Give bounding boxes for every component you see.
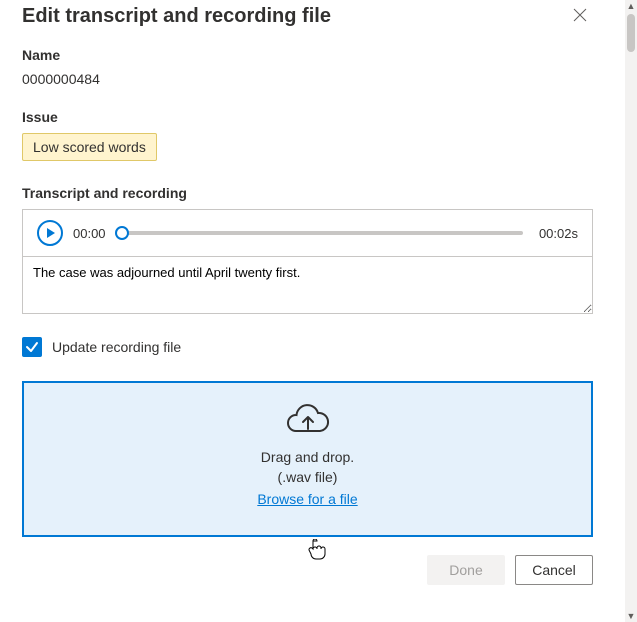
dialog-header: Edit transcript and recording file <box>22 4 593 29</box>
transcript-textarea[interactable] <box>22 256 593 314</box>
audio-player: 00:00 00:02s <box>22 209 593 256</box>
dropzone-text-2: (.wav file) <box>34 469 581 485</box>
dialog-title: Edit transcript and recording file <box>22 5 331 28</box>
name-value: 0000000484 <box>22 71 593 87</box>
vertical-scrollbar[interactable]: ▲ ▼ <box>625 0 637 622</box>
issue-tag: Low scored words <box>22 133 157 161</box>
current-time: 00:00 <box>73 226 106 241</box>
update-recording-checkbox[interactable] <box>22 337 42 357</box>
update-recording-row: Update recording file <box>22 337 593 357</box>
upload-cloud-icon <box>34 403 581 435</box>
dropzone-text-1: Drag and drop. <box>34 449 581 465</box>
update-recording-label: Update recording file <box>52 339 181 355</box>
issue-label: Issue <box>22 109 593 125</box>
scrollbar-thumb[interactable] <box>627 14 635 52</box>
play-button[interactable] <box>37 220 63 246</box>
cancel-button[interactable]: Cancel <box>515 555 593 585</box>
scroll-down-arrow-icon[interactable]: ▼ <box>625 610 637 622</box>
scroll-up-arrow-icon[interactable]: ▲ <box>625 0 637 12</box>
transcript-section-label: Transcript and recording <box>22 185 593 201</box>
done-button[interactable]: Done <box>427 555 505 585</box>
name-label: Name <box>22 47 593 63</box>
file-dropzone[interactable]: Drag and drop. (.wav file) Browse for a … <box>22 381 593 537</box>
close-icon[interactable] <box>567 4 593 29</box>
seek-track[interactable] <box>122 231 523 235</box>
play-icon <box>47 228 55 238</box>
browse-file-link[interactable]: Browse for a file <box>257 491 357 507</box>
duration: 00:02s <box>539 226 578 241</box>
seek-thumb[interactable] <box>115 226 129 240</box>
edit-transcript-dialog: Edit transcript and recording file Name … <box>0 0 615 603</box>
dialog-footer: Done Cancel <box>22 555 593 585</box>
